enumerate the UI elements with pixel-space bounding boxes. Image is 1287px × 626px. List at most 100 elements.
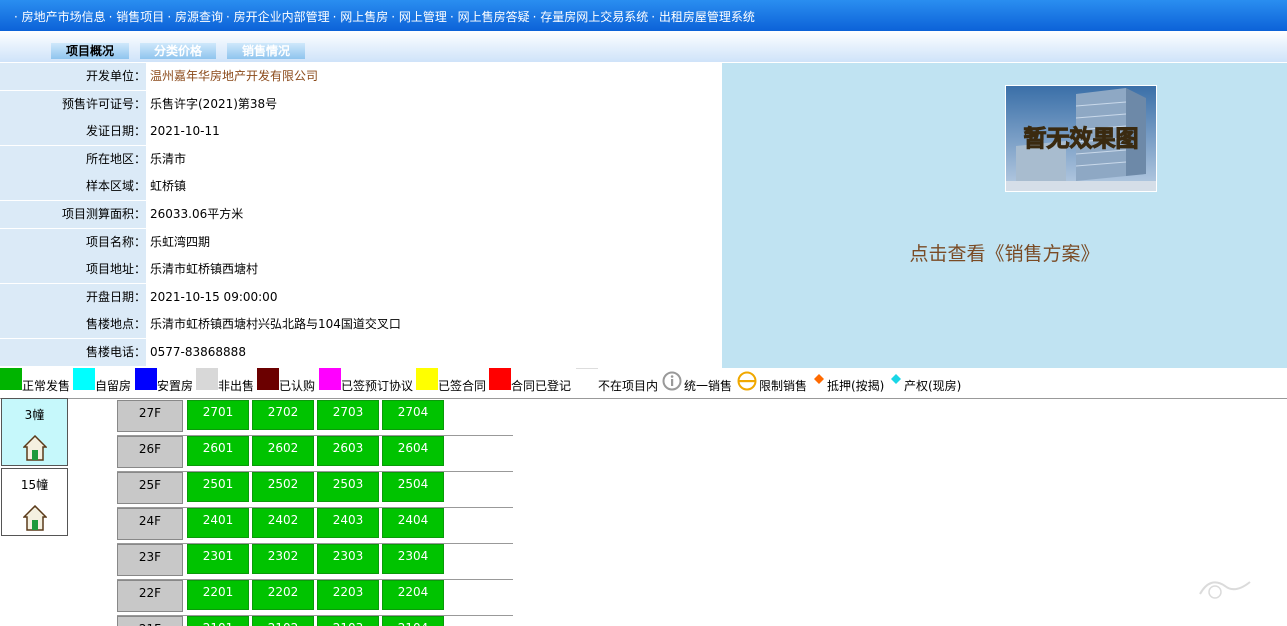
- floor-label: 23F: [117, 544, 183, 576]
- info-label: 预售许可证号：: [0, 90, 146, 118]
- info-row: 售楼地点： 乐清市虹桥镇西塘村兴弘北路与104国道交叉口: [0, 311, 722, 340]
- unit-cell[interactable]: 2304: [382, 544, 444, 574]
- unit-cell[interactable]: 2204: [382, 580, 444, 610]
- unit-cell[interactable]: 2603: [317, 436, 379, 466]
- legend-swatch: [73, 368, 95, 390]
- info-row: 所在地区： 乐清市: [0, 145, 722, 174]
- floor-label: 26F: [117, 436, 183, 468]
- info-label: 售楼电话：: [0, 339, 146, 366]
- nav-item[interactable]: 网上售房: [333, 8, 388, 25]
- tab-category-price[interactable]: 分类价格: [140, 43, 216, 59]
- unit-cell[interactable]: 2104: [382, 616, 444, 626]
- legend-swatch: [416, 368, 438, 390]
- legend-label: 正常发售: [22, 379, 71, 393]
- info-row: 开发单位： 温州嘉年华房地产开发有限公司: [0, 63, 722, 91]
- info-row: 发证日期： 2021-10-11: [0, 118, 722, 147]
- unit-cell[interactable]: 2503: [317, 472, 379, 502]
- floor-row: 22F 2201 2202 2203 2204: [117, 579, 513, 616]
- unit-cell[interactable]: 2701: [187, 400, 249, 430]
- legend-label: 产权(现房): [904, 379, 962, 393]
- no-image-placeholder: 暂无效果图: [1005, 85, 1157, 192]
- unit-cell[interactable]: 2203: [317, 580, 379, 610]
- legend-label: 已签合同: [438, 379, 487, 393]
- unit-cell[interactable]: 2202: [252, 580, 314, 610]
- info-row: 样本区域： 虹桥镇: [0, 173, 722, 202]
- info-label: 样本区域：: [0, 173, 146, 201]
- info-label: 售楼地点：: [0, 311, 146, 339]
- legend-swatch: [135, 368, 157, 390]
- building-tab-3[interactable]: 3幢: [1, 398, 68, 466]
- info-row: 预售许可证号： 乐售许字(2021)第38号: [0, 90, 722, 119]
- floor-row: 23F 2301 2302 2303 2304: [117, 543, 513, 580]
- info-value: 2021-10-11: [147, 118, 722, 146]
- unit-cell[interactable]: 2704: [382, 400, 444, 430]
- nav-item[interactable]: 房地产市场信息: [14, 8, 106, 25]
- unit-cell[interactable]: 2502: [252, 472, 314, 502]
- info-value: 2021-10-15 09:00:00: [147, 283, 722, 311]
- legend-label: 自留房: [95, 379, 132, 393]
- top-nav-items: 房地产市场信息销售项目房源查询房开企业内部管理网上售房网上管理网上售房答疑存量房…: [14, 8, 758, 25]
- floor-label: 21F: [117, 616, 183, 626]
- info-label: 项目地址：: [0, 256, 146, 284]
- unit-cell[interactable]: 2301: [187, 544, 249, 574]
- project-picture-panel: 暂无效果图 点击查看《销售方案》: [722, 63, 1287, 368]
- unit-cell[interactable]: 2702: [252, 400, 314, 430]
- house-icon: [23, 505, 47, 531]
- unit-cell[interactable]: 2101: [187, 616, 249, 626]
- info-row: 售楼电话： 0577-83868888: [0, 339, 722, 367]
- floor-label: 24F: [117, 508, 183, 540]
- floor-row: 26F 2601 2602 2603 2604: [117, 435, 513, 472]
- floor-unit-grid: 27F 2701 2702 2703 2704 26F 2601 2602 2603 2604 25…: [117, 399, 513, 626]
- info-value: 虹桥镇: [147, 173, 722, 201]
- unit-cell[interactable]: 2303: [317, 544, 379, 574]
- top-nav-bar: 房地产市场信息销售项目房源查询房开企业内部管理网上售房网上管理网上售房答疑存量房…: [0, 0, 1287, 31]
- legend-label: 统一销售: [684, 379, 733, 393]
- info-row: 项目名称： 乐虹湾四期: [0, 228, 722, 257]
- info-label: 项目测算面积：: [0, 201, 146, 228]
- legend-label: 不在项目内: [598, 379, 659, 393]
- unit-cell[interactable]: 2504: [382, 472, 444, 502]
- floor-label: 27F: [117, 400, 183, 432]
- info-value: 乐虹湾四期: [147, 228, 722, 256]
- unit-cell[interactable]: 2401: [187, 508, 249, 538]
- floor-label: 22F: [117, 580, 183, 612]
- tab-strip: 项目概况 分类价格 销售情况: [0, 31, 1287, 62]
- unit-cell[interactable]: 2703: [317, 400, 379, 430]
- tab-sales-status[interactable]: 销售情况: [227, 43, 305, 59]
- unit-cell[interactable]: 2403: [317, 508, 379, 538]
- info-label: 项目名称：: [0, 228, 146, 256]
- info-value: 乐清市: [147, 145, 722, 173]
- unit-cell[interactable]: 2601: [187, 436, 249, 466]
- tab-project-overview[interactable]: 项目概况: [51, 43, 129, 59]
- building-tab-15[interactable]: 15幢: [1, 468, 68, 536]
- legend-label: 安置房: [157, 379, 194, 393]
- legend-swatch: [319, 368, 341, 390]
- nav-item[interactable]: 房源查询: [167, 8, 223, 25]
- unit-cell[interactable]: 2501: [187, 472, 249, 502]
- nav-item[interactable]: 网上管理: [391, 8, 447, 25]
- nav-item[interactable]: 房开企业内部管理: [226, 8, 330, 25]
- info-label: 所在地区：: [0, 145, 146, 173]
- unit-cell[interactable]: 2302: [252, 544, 314, 574]
- nav-item[interactable]: 出租房屋管理系统: [651, 8, 755, 25]
- legend-swatch: [0, 368, 22, 390]
- unit-cell[interactable]: 2402: [252, 508, 314, 538]
- minus-circle-icon: [737, 371, 757, 391]
- legend-label: 合同已登记: [511, 379, 572, 393]
- unit-cell[interactable]: 2103: [317, 616, 379, 626]
- developer-link[interactable]: 温州嘉年华房地产开发有限公司: [147, 63, 722, 90]
- nav-item[interactable]: 存量房网上交易系统: [533, 8, 648, 25]
- sales-plan-link[interactable]: 点击查看《销售方案》: [722, 239, 1287, 266]
- project-info-table: 开发单位： 温州嘉年华房地产开发有限公司 预售许可证号： 乐售许字(2021)第38号…: [0, 63, 722, 368]
- legend-label: 已认购: [279, 379, 316, 393]
- house-icon: [23, 435, 47, 461]
- unit-cell[interactable]: 2604: [382, 436, 444, 466]
- floor-row: 21F 2101210221032104: [117, 615, 513, 626]
- unit-cell[interactable]: 2404: [382, 508, 444, 538]
- nav-item[interactable]: 网上售房答疑: [450, 8, 530, 25]
- unit-cell[interactable]: 2602: [252, 436, 314, 466]
- unit-cell[interactable]: 2201: [187, 580, 249, 610]
- unit-cell[interactable]: 2102: [252, 616, 314, 626]
- nav-item[interactable]: 销售项目: [109, 8, 164, 25]
- legend-label: 抵押(按揭): [827, 379, 885, 393]
